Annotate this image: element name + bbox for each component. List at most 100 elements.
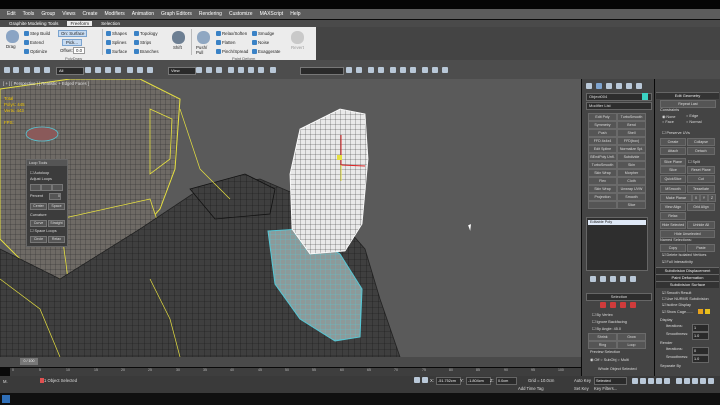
y-coordinate-field[interactable]: -1.804cm	[466, 377, 491, 385]
copy-button[interactable]: Copy	[660, 244, 686, 252]
mirror-icon[interactable]	[346, 67, 352, 73]
modifier-ffd4-button[interactable]: FFD 4x4x4	[588, 137, 617, 145]
subdivision-displacement-rollout[interactable]: Subdivision Displacement	[656, 267, 719, 274]
full-interactivity-checkbox[interactable]: ☑ Full Interactivity	[662, 259, 693, 264]
preview-selection-options[interactable]: ◉ Off ○ SubObj ○ Multi	[590, 357, 629, 362]
modifier-bend-button[interactable]: Bend	[617, 121, 646, 129]
smoothness-field[interactable]: 1.0	[692, 332, 709, 340]
optimize-button[interactable]: Optimize	[24, 49, 47, 55]
tab-freeform[interactable]: Freeform	[67, 21, 93, 26]
modifier-normalize-spline-button[interactable]: Normalize Spl.	[617, 145, 646, 153]
on-surface-button[interactable]: On: Surface	[58, 30, 88, 37]
named-selection-set-field[interactable]	[300, 67, 344, 75]
object-color-swatch[interactable]	[642, 93, 648, 100]
push-pull-icon[interactable]	[197, 31, 210, 44]
menu-modifiers[interactable]: Modifiers	[104, 11, 124, 17]
display-tab-icon[interactable]	[626, 83, 632, 89]
viewport-label[interactable]: [ + ] [ Perspective ] [ Realistic + Edge…	[3, 81, 89, 86]
rotate-icon[interactable]	[137, 67, 143, 73]
utilities-tab-icon[interactable]	[636, 83, 642, 89]
modifier-turbosmooth-button[interactable]: TurboSmooth	[617, 113, 646, 121]
hide-unselected-button[interactable]: Hide Unselected	[660, 230, 715, 238]
relax-soften-button[interactable]: Relax/Soften	[216, 31, 247, 37]
undo-icon[interactable]	[4, 67, 10, 73]
use-nurms-checkbox[interactable]: ☐ Use NURMS Subdivision	[662, 296, 709, 301]
render-icon[interactable]	[442, 67, 448, 73]
link-icon[interactable]	[24, 67, 30, 73]
show-cage-checkbox[interactable]: ☑ Show Cage.......	[662, 309, 693, 314]
shapes-button[interactable]: Shapes	[106, 31, 127, 37]
selection-rollout-header[interactable]: Selection	[586, 293, 652, 301]
menu-maxscript[interactable]: MAXScript	[260, 11, 284, 17]
hide-selected-button[interactable]: Hide Selected	[660, 221, 686, 229]
vertex-mode-icon[interactable]	[600, 302, 606, 308]
extend-button[interactable]: Extend	[24, 40, 44, 46]
modifier-skin-wrap-button[interactable]: Skin Wrap	[588, 169, 617, 177]
modify-tab-icon[interactable]	[596, 83, 602, 89]
rendered-frame-icon[interactable]	[432, 67, 438, 73]
add-time-tag-button[interactable]: Add Time Tag	[518, 386, 544, 391]
modifier-list-dropdown[interactable]: Modifier List	[586, 102, 652, 110]
constraint-normal-radio[interactable]: ○ Normal	[686, 120, 702, 124]
by-angle-checkbox[interactable]: ☐ By Angle: 45.0	[592, 326, 621, 331]
create-button[interactable]: Create	[660, 138, 686, 146]
keyboard-shortcut-icon[interactable]	[216, 67, 222, 73]
modifier-push-button[interactable]: Push	[588, 129, 617, 137]
motion-tab-icon[interactable]	[616, 83, 622, 89]
hierarchy-tab-icon[interactable]	[606, 83, 612, 89]
modifier-morpher-button[interactable]: Morpher	[617, 169, 646, 177]
previous-frame-icon[interactable]	[640, 378, 646, 384]
graphite-toggle-icon[interactable]	[378, 67, 384, 73]
loop-tools-title[interactable]: Loop Tools	[27, 160, 67, 166]
quickslice-button[interactable]: QuickSlice	[660, 175, 686, 183]
polygon-mode-icon[interactable]	[630, 302, 636, 308]
modifier-unwrap-uvw-button[interactable]: Unwrap UVW	[617, 185, 646, 193]
splines-button[interactable]: Splines	[106, 40, 126, 46]
menu-help[interactable]: Help	[290, 11, 300, 17]
constraint-edge-radio[interactable]: ○ Edge	[686, 114, 698, 118]
key-filters-button[interactable]: Key Filters...	[594, 386, 617, 391]
angle-snap-icon[interactable]	[238, 67, 244, 73]
modifier-subdivide-button[interactable]: Subdivide	[617, 153, 646, 161]
modifier-shell-button[interactable]: Shell	[617, 129, 646, 137]
modifier-ffdbox-button[interactable]: FFD(box)	[617, 137, 646, 145]
tab-selection[interactable]: Selection	[98, 21, 123, 26]
menu-rendering[interactable]: Rendering	[199, 11, 222, 17]
cut-button[interactable]: Cut	[687, 175, 715, 183]
flatten-button[interactable]: Flatten	[216, 40, 235, 46]
slice-button[interactable]: Slice	[660, 166, 686, 174]
attach-button[interactable]: Attach	[660, 147, 686, 155]
constraint-face-radio[interactable]: ○ Face	[662, 120, 674, 124]
tessellate-button[interactable]: Tessellate	[687, 185, 715, 193]
curve-editor-icon[interactable]	[390, 67, 396, 73]
stack-item-editable-poly[interactable]: Editable Poly	[588, 220, 646, 225]
cage-color-swatch-2[interactable]	[705, 309, 710, 314]
revert-icon[interactable]	[291, 31, 304, 44]
loop-button[interactable]: Loop	[617, 341, 646, 349]
remove-modifier-icon[interactable]	[620, 276, 626, 282]
space-loops-checkbox[interactable]: ☐ Space Loops	[30, 228, 57, 233]
tab-graphite-modeling-tools[interactable]: Graphite Modeling Tools	[6, 21, 61, 26]
modifier-bendpoly-button[interactable]: BEndPoly Unfl.	[588, 153, 617, 161]
schematic-view-icon[interactable]	[400, 67, 406, 73]
planar-z-button[interactable]: Z	[708, 194, 716, 202]
ring-button[interactable]: Ring	[588, 341, 617, 349]
pivot-icon[interactable]	[196, 67, 202, 73]
time-slider[interactable]: 0 / 100	[0, 357, 581, 367]
space-button[interactable]: Space	[48, 203, 65, 210]
perspective-viewport[interactable]	[0, 79, 581, 357]
material-editor-icon[interactable]	[410, 67, 416, 73]
menu-group[interactable]: Group	[41, 11, 55, 17]
edge-mode-icon[interactable]	[610, 302, 616, 308]
detach-button[interactable]: Detach	[687, 147, 715, 155]
isoline-display-checkbox[interactable]: ☑ Isoline Display	[662, 302, 691, 307]
unlink-icon[interactable]	[34, 67, 40, 73]
split-checkbox[interactable]: ☐ Split	[688, 159, 700, 164]
window-crossing-icon[interactable]	[115, 67, 121, 73]
layer-manager-icon[interactable]	[368, 67, 374, 73]
auto-key-button[interactable]: Auto Key	[574, 378, 591, 383]
modifier-edit-spline-button[interactable]: Edit Spline	[588, 145, 617, 153]
zoom-extents-icon[interactable]	[692, 378, 698, 384]
modifier-smooth-button[interactable]: Smooth	[617, 193, 646, 201]
modifier-flex-button[interactable]: Flex	[588, 177, 617, 185]
